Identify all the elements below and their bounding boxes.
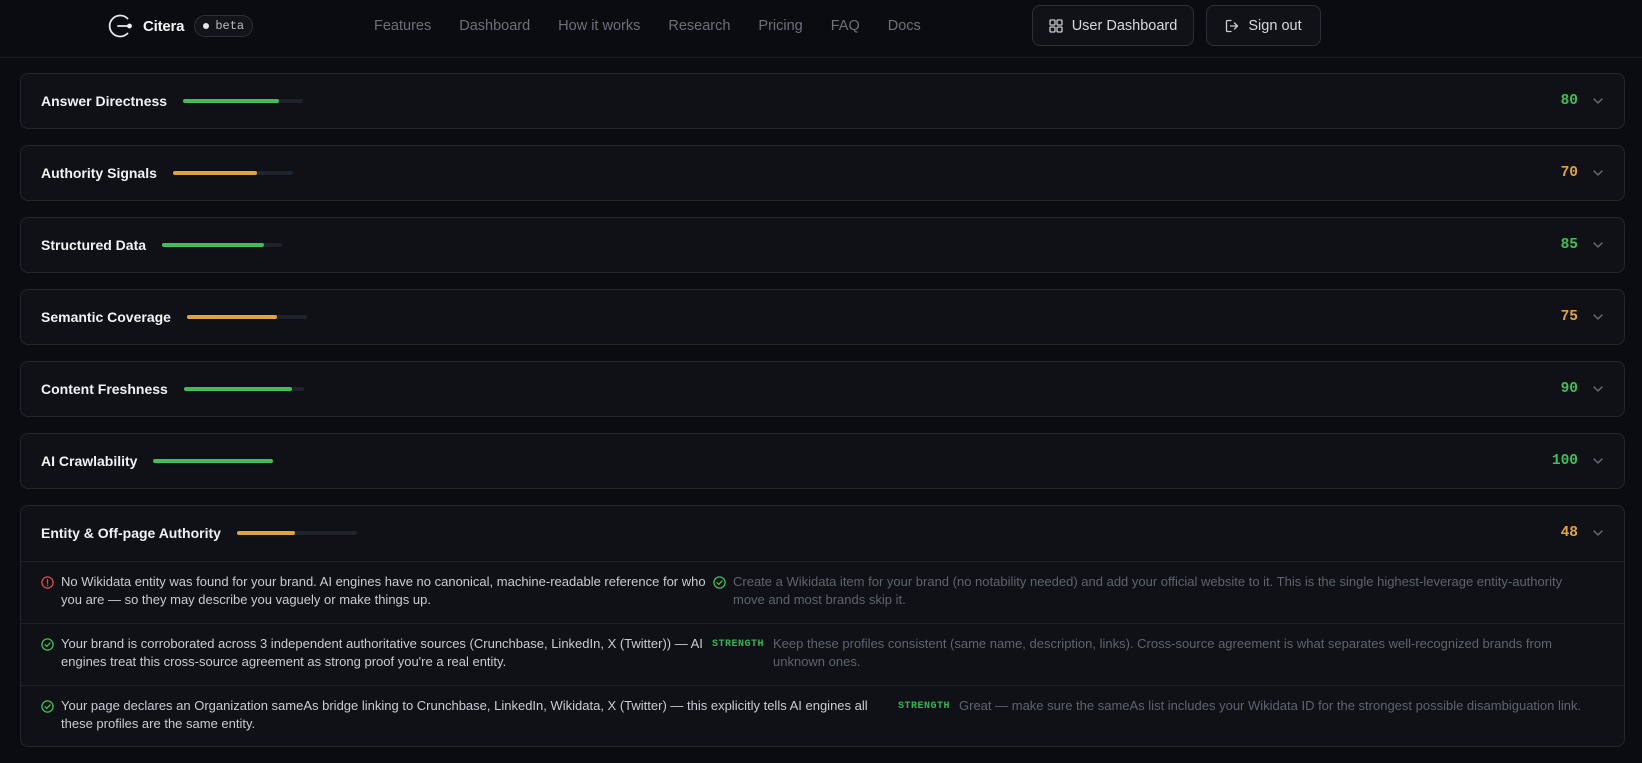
score-bar [153,459,274,463]
finding-text: Your brand is corroborated across 3 inde… [61,636,703,669]
score-bar [162,243,283,247]
brand-name: Citera [143,17,185,35]
category-header[interactable]: Answer Directness [21,74,1624,128]
category-title: Answer Directness [41,93,168,109]
finding-row: Your page declares an Organization sameA… [21,686,1624,749]
chevron-down-icon[interactable] [1592,239,1604,251]
category-card-expanded: Entity & Off-page Authority 48 No Wikida… [20,505,1625,747]
score-bar [183,99,304,103]
score-bar-fill [183,99,280,103]
recommendation-text: Create a Wikidata item for your brand (n… [733,574,1563,607]
score-bar-fill [236,531,295,535]
category-title: Structured Data [41,237,147,253]
category-details: No Wikidata entity was found for your br… [21,561,1624,749]
category-title: AI Crawlability [41,453,138,469]
grid-icon [1049,18,1063,33]
user-dashboard-button[interactable]: User Dashboard [1032,5,1194,46]
category-card: Answer Directness 80 [20,73,1625,129]
check-circle-icon [41,638,54,651]
nav-dashboard[interactable]: Dashboard [459,18,530,34]
category-title: Content Freshness [41,381,168,397]
category-header[interactable]: Semantic Coverage [21,290,1624,344]
category-header[interactable]: Content Freshness [21,362,1624,416]
nav-features[interactable]: Features [374,18,431,34]
category-score: 70 [1560,165,1578,181]
score-bar [172,171,293,175]
category-title: Semantic Coverage [41,309,171,325]
nav-pricing[interactable]: Pricing [758,18,802,34]
category-card: Semantic Coverage 75 [20,289,1625,345]
sign-out-icon [1226,19,1239,32]
category-header[interactable]: AI Crawlability [21,434,1624,488]
finding-text: Your page declares an Organization sameA… [61,698,868,731]
chevron-down-icon[interactable] [1592,527,1604,539]
beta-badge: beta [194,15,254,37]
chevron-down-icon[interactable] [1592,455,1604,467]
chevron-down-icon[interactable] [1592,95,1604,107]
check-circle-icon [41,700,54,713]
score-category-list: Answer Directness 80 Authority Signals 7… [20,73,1625,763]
score-bar-fill [162,243,265,247]
nav-research[interactable]: Research [668,18,730,34]
top-navigation: Citera beta Features Dashboard How it wo… [0,0,1642,58]
score-bar-fill [183,387,292,391]
category-score: 80 [1560,93,1578,109]
category-card: Structured Data 85 [20,217,1625,273]
strength-tag: STRENGTH [712,639,765,650]
score-bar [186,315,307,319]
category-header[interactable]: Entity & Off-page Authority [21,506,1624,560]
finding-row: No Wikidata entity was found for your br… [21,562,1624,624]
beta-dot-icon [203,23,210,29]
score-bar [183,387,304,391]
strength-tag: STRENGTH [898,701,951,712]
finding-row: Your brand is corroborated across 3 inde… [21,624,1624,686]
finding-text: No Wikidata entity was found for your br… [61,574,706,607]
score-bar-fill [153,459,274,463]
nav-how-it-works[interactable]: How it works [558,18,640,34]
main-nav: Features Dashboard How it works Research… [374,0,949,52]
category-score: 100 [1551,453,1578,469]
recommendation-text: Great — make sure the sameAs list includ… [959,698,1582,713]
nav-docs[interactable]: Docs [888,18,921,34]
logo-icon [108,14,132,38]
sign-out-label: Sign out [1248,17,1302,34]
nav-faq[interactable]: FAQ [831,18,860,34]
category-score: 85 [1560,237,1578,253]
alert-circle-icon [41,576,54,589]
sign-out-button[interactable]: Sign out [1206,5,1321,46]
score-bar-fill [186,315,277,319]
recommendation-text: Keep these profiles consistent (same nam… [773,636,1552,669]
score-bar-fill [172,171,257,175]
category-card: Content Freshness 90 [20,361,1625,417]
category-score: 48 [1560,525,1578,541]
check-circle-icon [713,576,726,589]
chevron-down-icon[interactable] [1592,311,1604,323]
chevron-down-icon[interactable] [1592,167,1604,179]
beta-label: beta [215,19,245,33]
category-score: 75 [1560,309,1578,325]
category-score: 90 [1560,381,1578,397]
category-header[interactable]: Structured Data [21,218,1624,272]
category-card: AI Crawlability 100 [20,433,1625,489]
brand[interactable]: Citera beta [105,11,254,41]
category-header[interactable]: Authority Signals [21,146,1624,200]
score-bar [236,531,357,535]
category-title: Authority Signals [41,165,157,181]
category-card: Authority Signals 70 [20,145,1625,201]
category-title: Entity & Off-page Authority [41,525,221,541]
chevron-down-icon[interactable] [1592,383,1604,395]
user-dashboard-label: User Dashboard [1071,17,1178,34]
